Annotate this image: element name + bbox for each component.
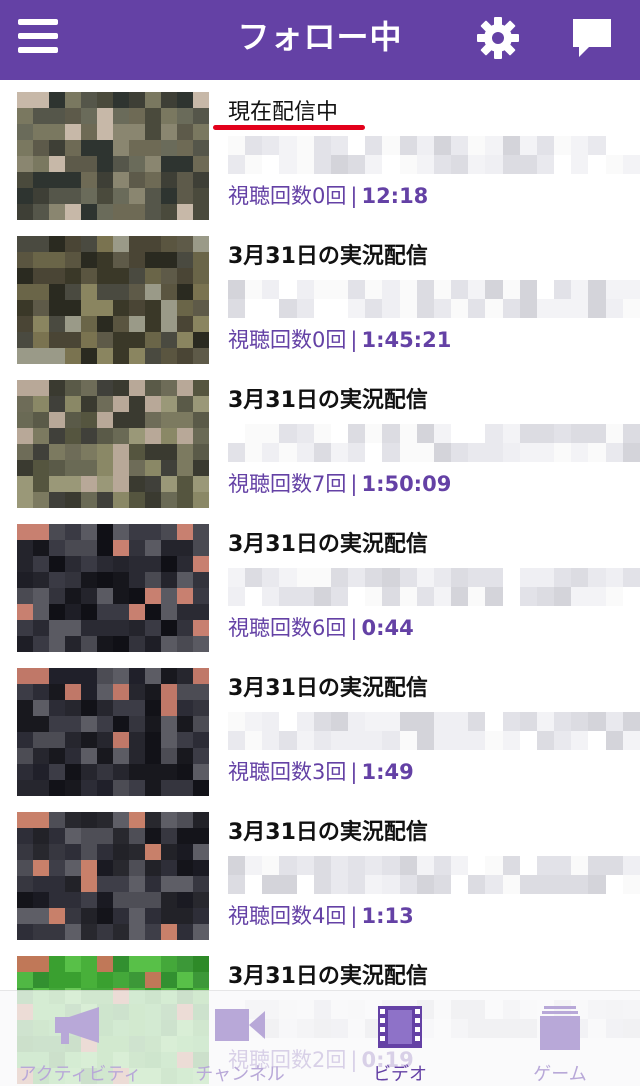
meta-separator: |	[350, 904, 358, 928]
app-header: フォロー中	[0, 0, 640, 80]
video-list-item[interactable]: 3月31日の実況配信 視聴回数6回 | 0:44	[0, 512, 640, 656]
view-count: 視聴回数4回	[228, 904, 347, 928]
blurred-description	[228, 568, 640, 606]
blurred-description	[228, 136, 640, 174]
tab-label: チャンネル	[195, 1064, 285, 1085]
video-list: 現在配信中 視聴回数0回 | 12:18 3月31日の実況配信 視聴回数0回 | 1:45:2…	[0, 80, 640, 1085]
video-title: 3月31日の実況配信	[228, 244, 428, 269]
tab-video[interactable]: ビデオ	[320, 991, 480, 1086]
video-thumbnail	[17, 812, 209, 940]
blurred-description	[228, 712, 640, 750]
video-meta: 視聴回数6回 | 0:44	[228, 612, 414, 642]
video-title: 3月31日の実況配信	[228, 964, 428, 989]
video-duration: 1:50:09	[361, 472, 452, 496]
chat-bubble-icon[interactable]	[570, 16, 614, 62]
view-count: 視聴回数3回	[228, 760, 347, 784]
video-camera-icon	[213, 1005, 267, 1049]
video-list-item[interactable]: 3月31日の実況配信 視聴回数0回 | 1:45:21	[0, 224, 640, 368]
video-thumbnail	[17, 92, 209, 220]
video-duration: 0:44	[361, 616, 414, 640]
view-count: 視聴回数6回	[228, 616, 347, 640]
video-title: 3月31日の実況配信	[228, 820, 428, 845]
video-duration: 1:45:21	[361, 328, 452, 352]
view-count: 視聴回数0回	[228, 328, 347, 352]
tab-channel[interactable]: チャンネル	[160, 991, 320, 1086]
video-meta: 視聴回数7回 | 1:50:09	[228, 468, 451, 498]
game-stack-icon	[536, 1005, 584, 1055]
film-strip-icon	[376, 1005, 424, 1053]
meta-separator: |	[350, 472, 358, 496]
blurred-description	[228, 280, 640, 318]
video-thumbnail	[17, 668, 209, 796]
video-list-item[interactable]: 現在配信中視聴回数0回 | 12:18	[0, 80, 640, 224]
tab-game[interactable]: ゲーム	[480, 991, 640, 1086]
tab-label: アクティビティ	[18, 1064, 142, 1085]
video-thumbnail	[17, 524, 209, 652]
tab-label: ゲーム	[533, 1064, 587, 1085]
meta-separator: |	[350, 328, 358, 352]
video-list-item[interactable]: 3月31日の実況配信 視聴回数3回 | 1:49	[0, 656, 640, 800]
video-thumbnail	[17, 236, 209, 364]
video-thumbnail	[17, 380, 209, 508]
tab-bar: アクティビティ チャンネル ビデオ ゲーム	[0, 990, 640, 1086]
video-duration: 1:13	[361, 904, 414, 928]
meta-separator: |	[350, 184, 358, 208]
video-title: 3月31日の実況配信	[228, 388, 428, 413]
tab-activity[interactable]: アクティビティ	[0, 991, 160, 1086]
video-duration: 12:18	[361, 184, 429, 208]
tab-label: ビデオ	[373, 1064, 427, 1085]
video-title: 3月31日の実況配信	[228, 676, 428, 701]
gear-icon[interactable]	[476, 16, 520, 60]
page-title: フォロー中	[237, 18, 403, 56]
blurred-description	[228, 856, 640, 894]
video-duration: 1:49	[361, 760, 414, 784]
live-underline	[213, 125, 365, 130]
video-list-item[interactable]: 3月31日の実況配信 視聴回数7回 | 1:50:09	[0, 368, 640, 512]
video-title: 現在配信中	[228, 100, 339, 125]
view-count: 視聴回数0回	[228, 184, 347, 208]
video-meta: 視聴回数0回 | 12:18	[228, 180, 428, 210]
video-meta: 視聴回数3回 | 1:49	[228, 756, 414, 786]
meta-separator: |	[350, 616, 358, 640]
blurred-description	[228, 424, 640, 462]
video-meta: 視聴回数0回 | 1:45:21	[228, 324, 451, 354]
megaphone-icon	[53, 1005, 107, 1049]
video-title: 3月31日の実況配信	[228, 532, 428, 557]
view-count: 視聴回数7回	[228, 472, 347, 496]
meta-separator: |	[350, 760, 358, 784]
video-meta: 視聴回数4回 | 1:13	[228, 900, 414, 930]
video-list-item[interactable]: 3月31日の実況配信 視聴回数4回 | 1:13	[0, 800, 640, 944]
